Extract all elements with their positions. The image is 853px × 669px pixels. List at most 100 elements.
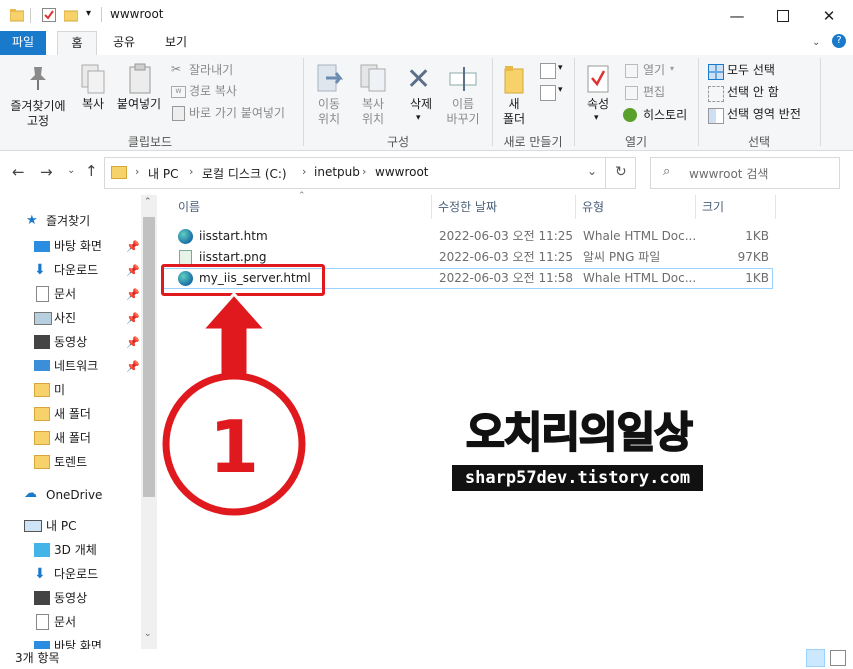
breadcrumb-chevron-icon[interactable]: › (189, 165, 193, 178)
scroll-up-icon[interactable]: ⌃ (144, 197, 152, 207)
minimize-button[interactable]: — (714, 0, 760, 31)
folder-icon[interactable] (9, 8, 25, 22)
breadcrumb-local-disk[interactable]: 로컬 디스크 (C:) (202, 165, 287, 182)
desktop-icon (34, 241, 50, 252)
breadcrumb-this-pc[interactable]: 내 PC (148, 165, 178, 182)
copy-path-button[interactable]: 경로 복사 (189, 84, 237, 99)
nav-item-documents[interactable]: 문서 📌 (34, 283, 141, 305)
maximize-button[interactable] (760, 0, 806, 31)
column-header-date[interactable]: 수정한 날짜 (432, 195, 576, 219)
details-view-icon[interactable] (806, 649, 825, 667)
properties-button[interactable]: 속성 (579, 97, 617, 112)
ribbon-tab-bar: 파일 홈 공유 보기 ⌄ ? (0, 31, 853, 56)
item-count: 3개 항목 (15, 651, 60, 665)
open-icon (625, 64, 638, 78)
rename-button[interactable]: 이름 바꾸기 (440, 97, 486, 127)
ribbon-separator (574, 58, 575, 146)
search-box[interactable]: ⌕ wwwroot 검색 (650, 157, 840, 189)
pin-icon: 📌 (126, 360, 140, 373)
new-item-dropdown-icon[interactable]: ▾ (558, 63, 563, 73)
refresh-icon[interactable]: ↻ (615, 164, 627, 180)
breadcrumb-chevron-icon[interactable]: › (135, 165, 139, 178)
search-placeholder: wwwroot 검색 (689, 167, 769, 181)
nav-item-label: 다운로드 (54, 567, 99, 581)
nav-item-desktop[interactable]: 바탕 화면 📌 (34, 235, 141, 257)
breadcrumb-inetpub[interactable]: inetpub (314, 165, 360, 179)
select-all-button[interactable]: 모두 선택 (727, 63, 775, 78)
tab-share[interactable]: 공유 (104, 31, 144, 55)
download-icon: ⬇ (34, 262, 46, 278)
rename-icon (448, 65, 478, 96)
open-button[interactable]: 열기 (643, 63, 665, 78)
back-arrow-icon[interactable]: ← (12, 163, 25, 181)
breadcrumb-chevron-icon[interactable]: › (302, 165, 306, 178)
paste-button[interactable]: 붙여넣기 (113, 97, 165, 112)
folder-icon (111, 166, 127, 179)
watermark-title: 오치리의일상 (465, 407, 694, 458)
nav-item-downloads[interactable]: ⬇ 다운로드 📌 (34, 259, 141, 281)
nav-item-label: 사진 (54, 311, 77, 325)
png-image-icon (179, 250, 192, 265)
pin-to-quick-access-button[interactable]: 즐겨찾기에 고정 (4, 99, 72, 129)
nav-item-network[interactable]: 네트워크 📌 (34, 355, 141, 377)
select-all-icon (708, 64, 724, 80)
properties-check-icon[interactable] (42, 8, 56, 22)
select-group-label: 선택 (747, 135, 771, 149)
open-dropdown-icon[interactable]: ▾ (670, 64, 674, 73)
nav-item-label: 바탕 화면 (54, 239, 102, 253)
address-bar[interactable]: › 내 PC › 로컬 디스크 (C:) › inetpub › wwwroot… (104, 157, 636, 189)
ribbon-separator (303, 58, 304, 146)
file-row[interactable]: iisstart.htm 2022-06-03 오전 11:25 Whale H… (163, 226, 773, 247)
file-type: Whale HTML Doc... (583, 271, 697, 285)
up-arrow-icon[interactable]: ↑ (85, 162, 98, 180)
help-icon[interactable]: ? (832, 34, 846, 48)
invert-selection-button[interactable]: 선택 영역 반전 (727, 107, 801, 122)
open-group-label: 열기 (624, 135, 648, 149)
select-none-button[interactable]: 선택 안 함 (727, 85, 779, 100)
new-folder-icon[interactable] (63, 8, 79, 22)
recent-locations-icon[interactable]: ⌄ (67, 165, 75, 176)
delete-button[interactable]: 삭제 (400, 97, 442, 112)
properties-dropdown-icon[interactable]: ▾ (594, 113, 599, 123)
easy-access-dropdown-icon[interactable]: ▾ (558, 85, 563, 95)
ribbon-collapse-icon[interactable]: ⌄ (812, 37, 820, 48)
history-button[interactable]: 히스토리 (643, 108, 687, 123)
folder-icon (34, 407, 50, 421)
download-icon: ⬇ (34, 566, 46, 582)
paste-icon (128, 63, 154, 98)
new-folder-button[interactable]: 새 폴더 (496, 97, 532, 127)
copy-to-button[interactable]: 복사 위치 (352, 97, 394, 127)
nav-item-pictures[interactable]: 사진 📌 (34, 307, 141, 329)
copy-icon (80, 63, 106, 98)
large-icons-view-icon[interactable] (830, 650, 846, 666)
cube-icon (34, 543, 50, 557)
tab-file[interactable]: 파일 (0, 31, 46, 55)
column-header-size[interactable]: 크기 (696, 195, 776, 219)
select-none-icon (708, 86, 724, 102)
nav-item-label: 즐겨찾기 (46, 214, 91, 228)
close-button[interactable]: ✕ (806, 0, 852, 31)
scroll-down-icon[interactable]: ⌄ (144, 629, 152, 639)
folder-icon (34, 455, 50, 469)
edit-button[interactable]: 편집 (643, 85, 665, 100)
address-dropdown-icon[interactable]: ⌄ (587, 164, 597, 178)
breadcrumb-chevron-icon[interactable]: › (362, 165, 366, 178)
nav-item-label: 미 (54, 383, 66, 397)
qat-dropdown-icon[interactable]: ▾ (86, 8, 91, 19)
paste-shortcut-button[interactable]: 바로 가기 붙여넣기 (189, 106, 285, 121)
file-name: iisstart.htm (199, 229, 268, 243)
new-item-icon[interactable] (540, 63, 556, 79)
file-size: 97KB (737, 250, 769, 264)
column-header-type[interactable]: 유형 (576, 195, 696, 219)
nav-item-videos[interactable]: 동영상 📌 (34, 331, 141, 353)
copy-to-icon (359, 63, 389, 98)
copy-button[interactable]: 복사 (75, 97, 111, 112)
tab-home[interactable]: 홈 (57, 31, 97, 56)
cut-button[interactable]: 잘라내기 (189, 63, 233, 78)
easy-access-icon[interactable] (540, 85, 556, 101)
move-to-button[interactable]: 이동 위치 (308, 97, 350, 127)
breadcrumb-wwwroot[interactable]: wwwroot (375, 165, 429, 179)
forward-arrow-icon[interactable]: → (40, 163, 53, 181)
delete-dropdown-icon[interactable]: ▾ (416, 113, 421, 123)
tab-view[interactable]: 보기 (155, 31, 197, 55)
